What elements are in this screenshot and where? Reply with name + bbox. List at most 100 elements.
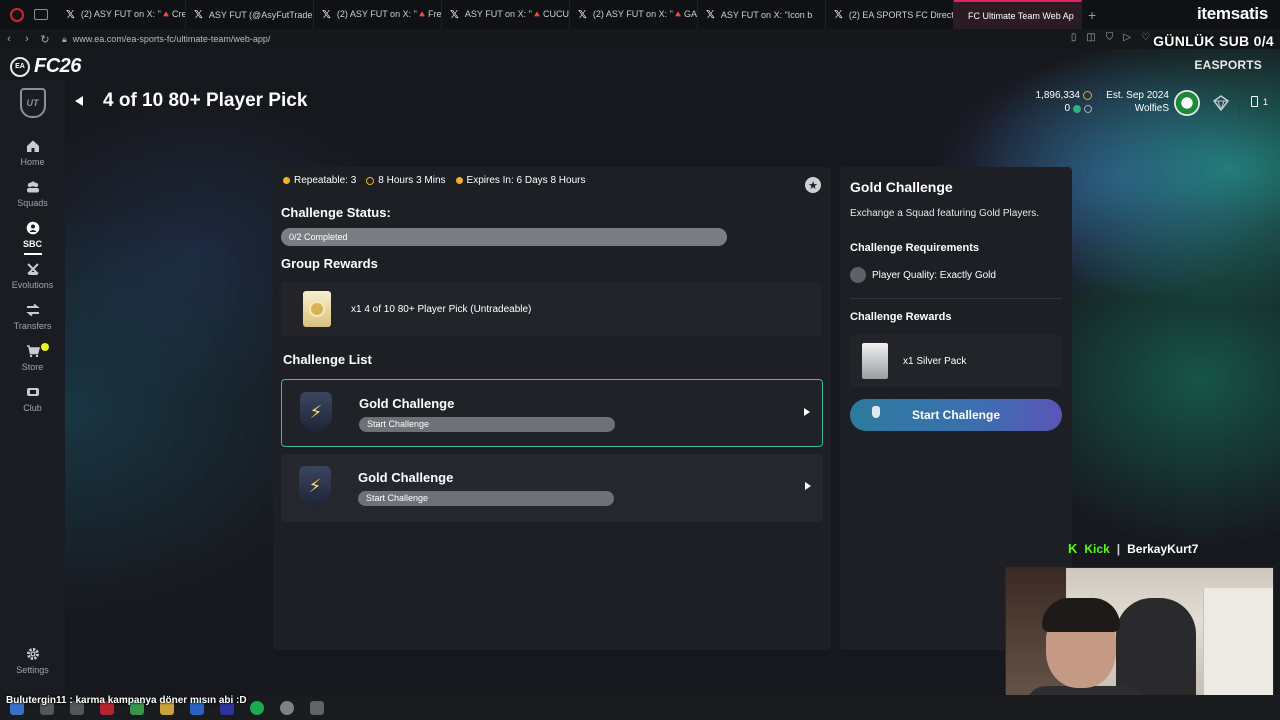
repeat-icon [283,177,290,184]
webcam-person-hair [1042,598,1120,632]
browser-tab[interactable]: 𝕏 (2) ASY FUT on X: "🔺GA [570,0,698,29]
play-arrow-icon[interactable] [805,482,811,490]
sidebar-item-transfers[interactable]: Transfers [0,296,65,337]
stream-sub-counter: GÜNLÜK SUB 0/4 [1153,33,1274,49]
sidebar-item-evolutions[interactable]: Evolutions [0,255,65,296]
x-logo-icon: 𝕏 [450,9,459,21]
browser-tab[interactable]: 𝕏 ASY FUT on X: "Icon b [698,0,826,29]
challenge-item[interactable]: ⚡︎ Gold Challenge Start Challenge [281,379,823,447]
club-crest[interactable] [1174,90,1200,116]
x-logo-icon: 𝕏 [578,9,587,21]
browser-tab[interactable]: 𝕏 ASY FUT on X: "🔺CUCU [442,0,570,29]
browser-tab[interactable]: 𝕏 (2) ASY FUT on X: "🔺Cre [58,0,186,29]
rewards-heading: Challenge Rewards [850,311,952,323]
challenge-status-pill: Start Challenge [358,491,614,506]
club-name: WolfieS [1134,103,1169,114]
divider [850,298,1062,299]
coins-value: 1,896,334 [1035,90,1081,101]
sidebar-item-label: Club [23,402,42,413]
ut-badge: UT [19,88,46,118]
page-title: 4 of 10 80+ Player Pick [103,90,308,111]
browser-tab-active[interactable]: FC Ultimate Team Web Ap [954,0,1082,29]
store-icon [26,344,40,358]
points-value: 0 [1064,103,1070,114]
header-divider [1099,90,1100,116]
challenge-action-label: Start Challenge [367,419,430,429]
sidebar-item-label: Squads [17,197,48,208]
requirement-status-icon [850,267,866,283]
silver-pack-icon [862,343,888,379]
challenge-action-label: Start Challenge [366,493,429,503]
play-arrow-icon[interactable] [804,408,810,416]
sidebar-item-store[interactable]: Store [0,337,65,378]
refresh-info: 8 Hours 3 Mins [366,175,446,186]
sbc-group-panel: Repeatable: 3 8 Hours 3 Mins Expires In:… [273,167,831,650]
browser-tab[interactable]: 𝕏 (2) ASY FUT on X: "🔺Fre [314,0,442,29]
diamond-shield-icon[interactable] [1212,94,1230,112]
back-nav-icon[interactable]: ‹ [0,33,18,45]
camera-icon[interactable]: ◫ [1086,32,1095,43]
requirement-text: Player Quality: Exactly Gold [872,269,996,281]
challenge-status-label: Challenge Status: [281,205,391,220]
challenge-list-label: Challenge List [283,352,372,367]
bookmark-icon[interactable]: ▯ [1071,32,1077,43]
expiry-info: Expires In: 6 Days 8 Hours [455,175,585,186]
challenge-badge-icon: ⚡︎ [300,392,332,432]
notification-count: 1 [1262,96,1268,107]
tab-overview-icon[interactable] [34,9,48,20]
group-reward-item: x1 4 of 10 80+ Player Pick (Untradeable) [281,282,821,336]
reload-icon[interactable]: ↻ [36,33,54,46]
play-icon[interactable]: ▷ [1123,32,1131,43]
sidebar-item-label: Evolutions [11,279,54,290]
gear-icon [26,647,40,661]
sidebar-item-squads[interactable]: Squads [0,173,65,214]
browser-tab[interactable]: 𝕏 (2) EA SPORTS FC Direct [826,0,954,29]
sbc-meta: Repeatable: 3 8 Hours 3 Mins Expires In:… [283,175,585,186]
new-tab-icon[interactable]: + [1088,7,1096,23]
kick-channel-banner: K Kick | BerkayKurt7 [1068,541,1198,556]
browser-tab[interactable]: 𝕏 ASY FUT (@AsyFutTrade [186,0,314,29]
repeatable-info: Repeatable: 3 [283,175,356,186]
header-divider [1239,90,1240,116]
forward-nav-icon[interactable]: › [18,33,36,45]
player-pick-card-icon [303,291,331,327]
browser-logo-icon[interactable] [10,7,24,22]
heart-icon[interactable]: ♡ [1141,32,1150,43]
store-notification-dot [41,343,49,351]
sidebar-item-label: SBC [22,238,42,249]
squads-icon [26,180,40,194]
group-reward-text: x1 4 of 10 80+ Player Pick (Untradeable) [351,303,532,315]
x-logo-icon: 𝕏 [66,9,75,21]
back-arrow-icon[interactable] [75,96,83,106]
sidebar-item-label: Settings [16,664,49,675]
shield-icon[interactable]: ⛉ [1106,32,1114,43]
sidebar-item-club[interactable]: Club [0,378,65,419]
challenge-badge-icon: ⚡︎ [299,466,331,506]
sidebar-item-home[interactable]: Home [0,132,65,173]
timer-icon [455,177,463,184]
url-field[interactable]: www.ea.com/ea-sports-fc/ultimate-team/we… [73,34,271,44]
chat-message: Bulutergin11 : karma kampanya döner mısı… [6,695,247,706]
club-established: Est. Sep 2024 [1106,90,1169,101]
kick-label: Kick [1084,541,1110,556]
club-info: Est. Sep 2024 WolfieS [1106,89,1169,115]
x-logo-icon: 𝕏 [706,9,715,21]
group-rewards-label: Group Rewards [281,256,378,271]
start-challenge-button[interactable]: Start Challenge [850,399,1062,431]
challenge-status-pill: Start Challenge [359,417,615,432]
favorite-star-icon[interactable]: ★ [805,177,821,193]
browser-tab-bar: 𝕏 (2) ASY FUT on X: "🔺Cre 𝕏 ASY FUT (@AsyF… [0,0,1280,29]
reward-text: x1 Silver Pack [903,355,967,367]
challenge-item[interactable]: ⚡︎ Gold Challenge Start Challenge [281,454,823,522]
page-header: 4 of 10 80+ Player Pick [75,90,307,112]
spotify-icon[interactable] [250,700,264,715]
sidebar-item-label: Transfers [13,320,52,331]
sidebar-item-settings[interactable]: Settings [0,640,65,681]
sidebar-item-sbc[interactable]: SBC [0,214,65,255]
obs-icon[interactable] [280,700,294,715]
kick-separator: | [1116,541,1121,556]
add-points-icon[interactable] [1084,104,1092,113]
notion-icon[interactable] [310,700,324,715]
challenge-progress-bar: 0/2 Completed [281,228,727,246]
notifications[interactable]: 1 [1250,96,1268,107]
